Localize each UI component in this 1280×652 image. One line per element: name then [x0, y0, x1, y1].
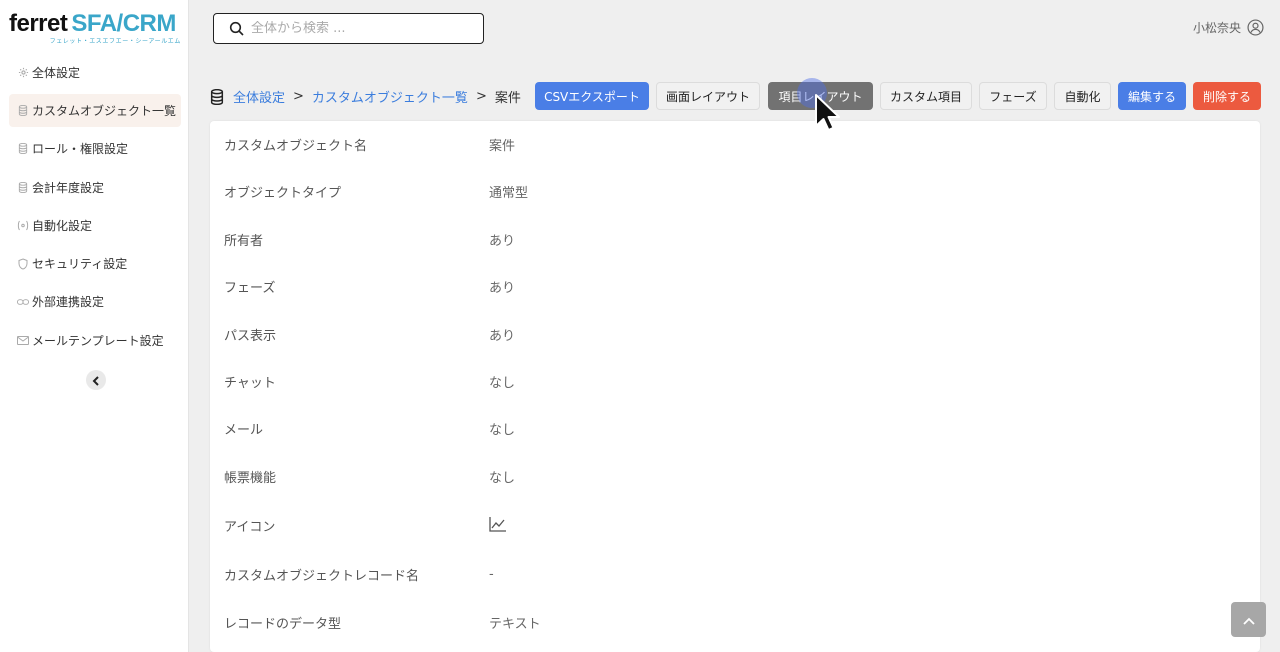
detail-label: チャット [224, 376, 276, 391]
object-toolbar: 全体設定 > カスタムオブジェクト一覧 > 案件 CSVエクスポート 画面レイア… [189, 58, 1280, 120]
detail-value: あり [489, 328, 516, 344]
mail-icon [17, 334, 29, 346]
user-name: 小松奈央 [1192, 21, 1241, 35]
database-icon [17, 104, 29, 116]
detail-label: カスタムオブジェクト名 [224, 139, 368, 154]
detail-row-chat: チャット なし [210, 358, 1260, 405]
sidebar-item-label: 外部連携設定 [32, 295, 105, 310]
detail-value: なし [489, 376, 516, 391]
breadcrumb-separator: > [293, 89, 304, 104]
sidebar-item-label: セキュリティ設定 [32, 257, 128, 272]
detail-label: 所有者 [224, 233, 264, 249]
detail-row-object-name: カスタムオブジェクト名 案件 [210, 121, 1260, 168]
sidebar-item-label: ロール・権限設定 [32, 142, 129, 157]
detail-row-forms: 帳票機能 なし [210, 453, 1260, 500]
search-input[interactable] [251, 21, 471, 36]
automation-button[interactable]: 自動化 [1054, 82, 1111, 110]
logo-sfa-crm: SFA/CRM [71, 10, 176, 37]
detail-row-object-type: オブジェクトタイプ 通常型 [210, 168, 1260, 215]
breadcrumb-current: 案件 [494, 91, 521, 106]
sidebar-item-security[interactable]: セキュリティ設定 [0, 244, 189, 282]
logo-text: ferret SFA/CRM [9, 10, 176, 38]
csv-export-button[interactable]: CSVエクスポート [535, 82, 649, 110]
user-avatar-icon [1247, 19, 1264, 36]
detail-row-record-data-type: レコードのデータ型 テキスト [210, 599, 1260, 646]
sidebar-nav: 全体設定 カスタムオブジェクト一覧 ロール・権限設定 会計年度設定 自動化設定 [0, 53, 189, 359]
user-menu[interactable]: 小松奈央 [1193, 19, 1264, 36]
detail-value: なし [489, 470, 516, 486]
shield-icon [17, 258, 29, 270]
detail-label: アイコン [224, 520, 276, 535]
detail-row-path-display: パス表示 あり [210, 311, 1260, 358]
detail-label: オブジェクトタイプ [224, 186, 342, 202]
breadcrumb-root-link[interactable]: 全体設定 [233, 87, 285, 106]
sidebar-item-label: 会計年度設定 [32, 180, 105, 195]
screen-layout-button[interactable]: 画面レイアウト [656, 82, 760, 110]
delete-button[interactable]: 削除する [1193, 82, 1261, 110]
sidebar-item-fiscal-year[interactable]: 会計年度設定 [0, 168, 189, 206]
object-detail-card: カスタムオブジェクト名 案件 オブジェクトタイプ 通常型 所有者 あり フェーズ… [210, 121, 1260, 652]
detail-label: パス表示 [224, 328, 277, 344]
custom-fields-button[interactable]: カスタム項目 [880, 82, 972, 110]
scroll-to-top-button[interactable] [1231, 602, 1266, 637]
top-header: 小松奈央 [189, 0, 1280, 58]
detail-value: あり [489, 233, 516, 249]
logo-subtitle: フェレット・エスエフエー・シーアールエム [49, 38, 181, 45]
detail-value: - [489, 567, 494, 582]
logo-ferret: ferret [9, 10, 68, 37]
chevron-up-icon [1242, 610, 1255, 629]
detail-row-icon: アイコン [210, 502, 1260, 549]
sidebar-item-label: 自動化設定 [32, 218, 93, 233]
phases-button[interactable]: フェーズ [979, 82, 1047, 110]
breadcrumb-parent-link[interactable]: カスタムオブジェクト一覧 [312, 87, 468, 106]
sidebar-item-label: メールテンプレート設定 [32, 333, 164, 348]
detail-value: 通常型 [489, 186, 529, 202]
automation-icon [17, 219, 29, 231]
database-icon [17, 143, 29, 155]
detail-value: なし [489, 423, 516, 439]
detail-row-mail: メール なし [210, 405, 1260, 452]
sidebar-item-integrations[interactable]: 外部連携設定 [0, 283, 189, 321]
sidebar-collapse-button[interactable] [86, 370, 106, 390]
database-icon [210, 88, 224, 105]
field-layout-button[interactable]: 項目レイアウト [768, 82, 873, 110]
sidebar-item-custom-objects[interactable]: カスタムオブジェクト一覧 [0, 91, 189, 129]
detail-row-record-name: カスタムオブジェクトレコード名 - [210, 551, 1260, 598]
sidebar-item-roles[interactable]: ロール・権限設定 [0, 130, 189, 168]
detail-label: 帳票機能 [224, 470, 277, 486]
detail-row-owner: 所有者 あり [210, 216, 1260, 263]
detail-value: あり [489, 281, 516, 297]
sidebar-item-automation[interactable]: 自動化設定 [0, 206, 189, 244]
app-logo[interactable]: ferret SFA/CRM フェレット・エスエフエー・シーアールエム [9, 10, 185, 46]
search-icon [229, 21, 245, 37]
sidebar-item-general-settings[interactable]: 全体設定 [0, 53, 189, 91]
gear-icon [17, 66, 29, 78]
edit-button[interactable]: 編集する [1118, 82, 1186, 110]
sidebar-item-label: カスタムオブジェクト一覧 [32, 103, 177, 118]
detail-value: 案件 [489, 139, 516, 154]
detail-label: メール [224, 423, 264, 439]
breadcrumb-separator: > [475, 89, 487, 104]
sidebar-item-label: 全体設定 [32, 65, 81, 80]
database-icon [17, 181, 29, 193]
link-icon [17, 296, 29, 308]
line-chart-icon [489, 516, 507, 536]
chevron-left-icon [92, 371, 100, 390]
breadcrumb: 全体設定 > カスタムオブジェクト一覧 > 案件 [210, 87, 521, 106]
sidebar-item-mail-templates[interactable]: メールテンプレート設定 [0, 321, 189, 359]
sidebar: ferret SFA/CRM フェレット・エスエフエー・シーアールエム 全体設定 … [0, 0, 189, 652]
detail-value: テキスト [489, 617, 541, 632]
detail-label: カスタムオブジェクトレコード名 [224, 569, 420, 584]
detail-row-phase: フェーズ あり [210, 263, 1260, 310]
global-search[interactable] [213, 13, 484, 44]
detail-label: フェーズ [224, 281, 276, 297]
detail-label: レコードのデータ型 [224, 617, 342, 632]
